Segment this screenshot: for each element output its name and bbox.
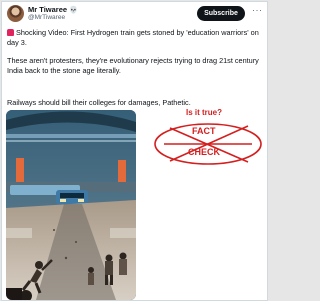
tweet-text-line-2: These aren't protesters, they're evoluti… [7, 56, 259, 75]
siren-icon [7, 29, 14, 36]
author-handle[interactable]: @MrTiwaree [28, 14, 65, 21]
author-name-text[interactable]: Mr Tiwaree [28, 5, 67, 14]
author-avatar[interactable] [7, 5, 24, 22]
fact-check-word-fact: FACT [192, 126, 216, 136]
tweet-video[interactable] [6, 110, 136, 300]
author-name[interactable]: Mr Tiwaree 💀 [28, 5, 78, 14]
tweet-text-line-3: Railways should bill their colleges for … [7, 98, 191, 107]
fact-check-annotation: Is it true? FACT CHECK [152, 108, 264, 166]
subscribe-button[interactable]: Subscribe [197, 6, 245, 21]
station-scene-image [6, 110, 136, 300]
tweet-header: Mr Tiwaree 💀 @MrTiwaree Subscribe ··· [2, 2, 267, 26]
tweet-card: Mr Tiwaree 💀 @MrTiwaree Subscribe ··· Sho… [1, 1, 268, 301]
skull-emoji-icon: 💀 [69, 7, 78, 14]
fact-check-question: Is it true? [186, 108, 223, 117]
fact-check-word-check: CHECK [188, 147, 221, 157]
tweet-text-1: Shocking Video: First Hydrogen train get… [7, 28, 259, 47]
tweet-text-line-1: Shocking Video: First Hydrogen train get… [7, 28, 262, 47]
more-options-icon[interactable]: ··· [252, 5, 263, 15]
